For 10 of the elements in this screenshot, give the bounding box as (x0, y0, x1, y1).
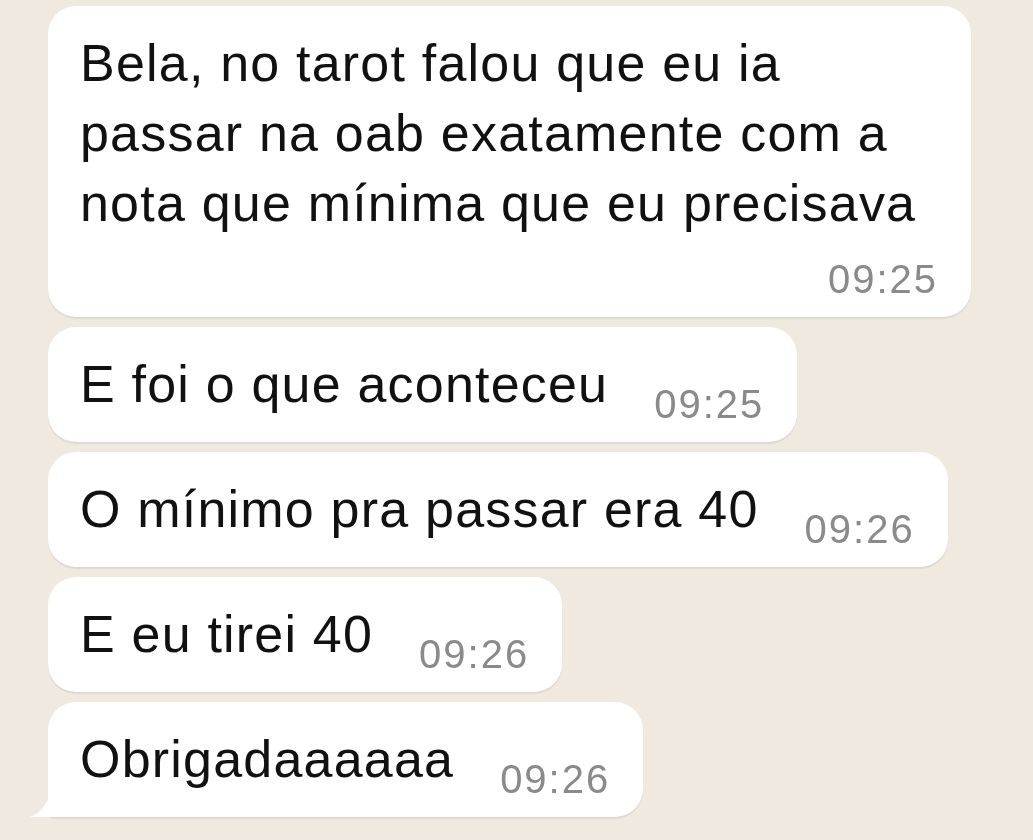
message-text: Bela, no tarot falou que eu ia passar na oab exatamente com a nota que mínima que eu precisava (80, 33, 918, 234)
message-time: 09:25 (827, 259, 938, 299)
message-text: E foi o que aconteceu (80, 354, 609, 415)
message-time: 09:26 (804, 509, 915, 549)
message-time: 09:25 (654, 384, 765, 424)
message-text: O mínimo pra passar era 40 (80, 479, 759, 540)
message-time: 09:26 (500, 759, 611, 799)
message-text: E eu tirei 40 (80, 604, 374, 665)
message-text: Obrigadaaaaaa (80, 729, 455, 790)
message-time: 09:26 (419, 634, 530, 674)
